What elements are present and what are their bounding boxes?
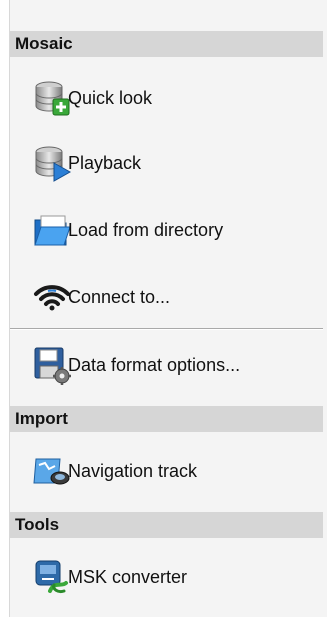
playback-label: Playback	[68, 152, 142, 173]
section-divider	[10, 328, 323, 330]
navigation-track-icon	[32, 451, 72, 491]
database-add-icon	[32, 78, 72, 118]
data-format-options-label: Data format options...	[68, 354, 241, 375]
navigation-track-label: Navigation track	[68, 460, 198, 481]
section-header-import: Import	[10, 406, 323, 432]
msk-converter-item[interactable]: MSK converter	[10, 552, 323, 602]
section-header-mosaic: Mosaic	[10, 31, 323, 57]
data-format-options-item[interactable]: Data format options...	[10, 340, 323, 390]
playback-item[interactable]: Playback	[10, 138, 323, 188]
wifi-icon	[32, 277, 72, 317]
navigation-track-item[interactable]: Navigation track	[10, 446, 323, 496]
load-from-directory-item[interactable]: Load from directory	[10, 205, 323, 255]
folder-open-icon	[32, 210, 72, 250]
floppy-settings-icon	[32, 345, 72, 385]
msk-converter-label: MSK converter	[68, 566, 188, 587]
connect-to-label: Connect to...	[68, 286, 171, 307]
load-from-directory-label: Load from directory	[68, 219, 224, 240]
msk-converter-icon	[32, 557, 72, 597]
quick-look-item[interactable]: Quick look	[10, 73, 323, 123]
connect-to-item[interactable]: Connect to...	[10, 272, 323, 322]
database-play-icon	[32, 143, 72, 183]
quick-look-label: Quick look	[68, 87, 153, 108]
section-header-tools: Tools	[10, 512, 323, 538]
